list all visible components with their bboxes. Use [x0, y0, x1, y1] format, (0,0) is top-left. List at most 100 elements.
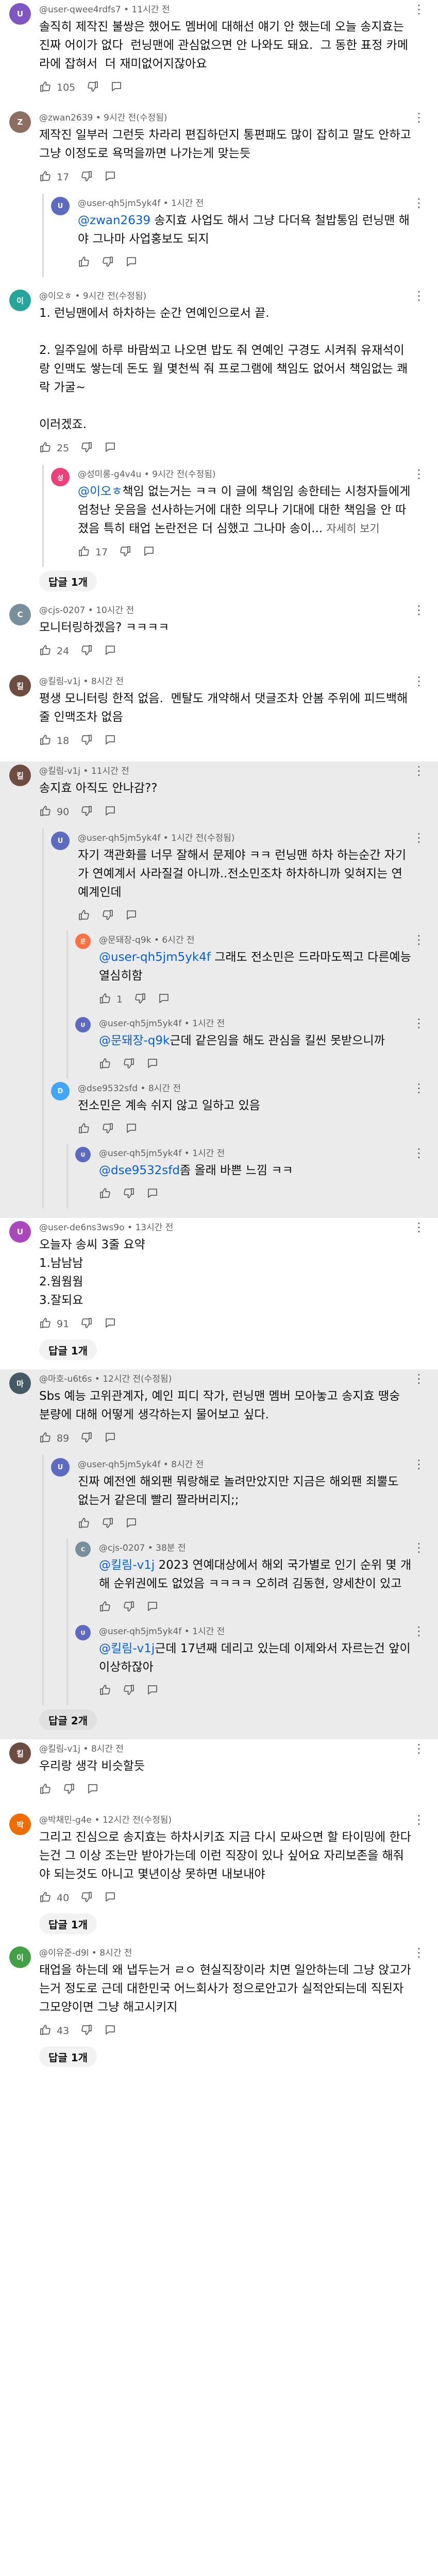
like-button[interactable]: 91 — [39, 1317, 69, 1332]
like-button[interactable] — [39, 1783, 52, 1798]
username[interactable]: @user-qh5jm5yk4f — [78, 833, 160, 843]
avatar[interactable]: 마 — [9, 1372, 31, 1394]
like-button[interactable]: 105 — [39, 80, 75, 95]
like-button[interactable] — [99, 1684, 111, 1699]
more-vert-icon[interactable]: ⋮ — [412, 934, 426, 946]
more-vert-icon[interactable]: ⋮ — [412, 1946, 426, 1959]
reply-button[interactable] — [104, 441, 116, 456]
username[interactable]: @user-de6ns3ws9o — [39, 1223, 125, 1233]
like-button[interactable]: 18 — [39, 734, 69, 749]
dislike-button[interactable] — [102, 256, 114, 270]
more-vert-icon[interactable]: ⋮ — [412, 604, 426, 616]
avatar[interactable]: U — [51, 197, 70, 215]
mention-link[interactable]: @킬림-v1j — [99, 1642, 155, 1655]
dislike-button[interactable] — [102, 1517, 114, 1532]
reply-button[interactable] — [104, 2024, 116, 2039]
reply-button[interactable] — [104, 1431, 116, 1446]
more-vert-icon[interactable]: ⋮ — [412, 1221, 426, 1233]
username[interactable]: @user-qh5jm5yk4f — [78, 198, 160, 209]
dislike-button[interactable] — [80, 2024, 93, 2039]
avatar[interactable]: 문 — [75, 934, 91, 949]
more-vert-icon[interactable]: ⋮ — [412, 1372, 426, 1385]
username[interactable]: @킬림-v1j — [39, 676, 80, 687]
like-button[interactable]: 89 — [39, 1431, 69, 1446]
avatar[interactable]: Z — [9, 111, 31, 133]
like-button[interactable]: 25 — [39, 441, 69, 456]
dislike-button[interactable] — [80, 1891, 93, 1906]
show-replies-button[interactable]: 답글 1개 — [39, 2046, 97, 2067]
reply-button[interactable] — [143, 545, 155, 560]
dislike-button[interactable] — [80, 170, 93, 185]
username[interactable]: @user-qh5jm5yk4f — [99, 1148, 181, 1159]
like-button[interactable] — [78, 1122, 90, 1137]
mention-link[interactable]: @user-qh5jm5yk4f — [99, 951, 211, 964]
dislike-button[interactable] — [80, 644, 93, 659]
avatar[interactable]: D — [51, 1082, 70, 1100]
more-vert-icon[interactable]: ⋮ — [412, 468, 426, 480]
avatar[interactable]: 킬 — [9, 1742, 31, 1764]
more-vert-icon[interactable]: ⋮ — [412, 3, 426, 15]
avatar[interactable]: 박 — [9, 1814, 31, 1835]
reply-button[interactable] — [104, 734, 116, 749]
avatar[interactable]: U — [51, 832, 70, 850]
dislike-button[interactable] — [87, 80, 99, 95]
username[interactable]: @user-qh5jm5yk4f — [78, 1460, 160, 1470]
more-vert-icon[interactable]: ⋮ — [412, 832, 426, 844]
like-button[interactable] — [78, 909, 90, 924]
avatar[interactable]: 이 — [9, 1946, 31, 1968]
avatar[interactable]: U — [75, 1017, 91, 1032]
like-button[interactable]: 90 — [39, 805, 69, 820]
more-vert-icon[interactable]: ⋮ — [412, 1082, 426, 1094]
more-vert-icon[interactable]: ⋮ — [412, 197, 426, 209]
like-button[interactable] — [78, 1517, 90, 1532]
reply-button[interactable] — [104, 170, 116, 185]
read-more-link[interactable]: 자세히 보기 — [326, 522, 379, 535]
mention-link[interactable]: @문돼장-q9k — [99, 1034, 170, 1047]
username[interactable]: @박채민-g4e — [39, 1815, 92, 1825]
reply-button[interactable] — [104, 644, 116, 659]
like-button[interactable]: 40 — [39, 1891, 69, 1906]
dislike-button[interactable] — [80, 734, 93, 749]
avatar[interactable]: U — [9, 1221, 31, 1243]
dislike-button[interactable] — [63, 1783, 75, 1798]
reply-button[interactable] — [158, 992, 170, 1007]
like-button[interactable] — [99, 1187, 111, 1202]
like-button[interactable] — [99, 1057, 111, 1072]
more-vert-icon[interactable]: ⋮ — [412, 290, 426, 302]
more-vert-icon[interactable]: ⋮ — [412, 1017, 426, 1029]
more-vert-icon[interactable]: ⋮ — [412, 111, 426, 124]
username[interactable]: @킬림-v1j — [39, 766, 80, 776]
username[interactable]: @user-qh5jm5yk4f — [99, 1019, 181, 1029]
like-button[interactable]: 17 — [78, 545, 108, 560]
avatar[interactable]: C — [9, 604, 31, 625]
like-button[interactable] — [99, 1600, 111, 1615]
more-vert-icon[interactable]: ⋮ — [412, 765, 426, 777]
reply-button[interactable] — [146, 1057, 159, 1072]
reply-button[interactable] — [125, 1122, 138, 1137]
show-replies-button[interactable]: 답글 1개 — [39, 1340, 97, 1360]
more-vert-icon[interactable]: ⋮ — [412, 1458, 426, 1470]
more-vert-icon[interactable]: ⋮ — [412, 1147, 426, 1159]
username[interactable]: @이유준-d9l — [39, 1948, 89, 1958]
dislike-button[interactable] — [80, 441, 93, 456]
dislike-button[interactable] — [102, 909, 114, 924]
reply-button[interactable] — [146, 1600, 159, 1615]
username[interactable]: @마호-u6t6s — [39, 1374, 92, 1384]
username[interactable]: @user-qh5jm5yk4f — [99, 1626, 181, 1637]
dislike-button[interactable] — [119, 545, 131, 560]
mention-link[interactable]: @zwan2639 — [78, 214, 150, 227]
like-button[interactable]: 43 — [39, 2024, 69, 2039]
reply-button[interactable] — [104, 1891, 116, 1906]
avatar[interactable]: 킬 — [9, 675, 31, 697]
username[interactable]: @user-qwee4rdfs7 — [39, 5, 121, 15]
dislike-button[interactable] — [123, 1684, 135, 1699]
dislike-button[interactable] — [123, 1057, 135, 1072]
avatar[interactable]: U — [75, 1625, 91, 1640]
mention-link[interactable]: @킬림-v1j — [99, 1558, 155, 1572]
dislike-button[interactable] — [134, 992, 146, 1007]
username[interactable]: @dse9532sfd — [78, 1083, 138, 1094]
mention-link[interactable]: @이오ㅎ — [78, 485, 122, 498]
more-vert-icon[interactable]: ⋮ — [412, 1541, 426, 1554]
avatar[interactable]: U — [51, 1458, 70, 1477]
username[interactable]: @문돼장-q9k — [99, 935, 151, 945]
